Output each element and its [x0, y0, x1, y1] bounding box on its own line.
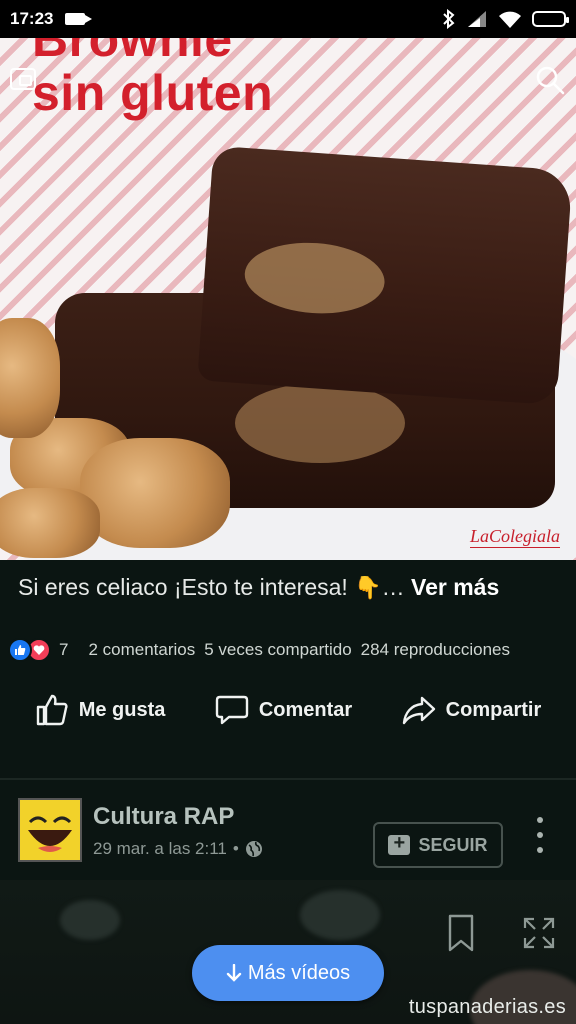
share-count[interactable]: 5 veces compartido — [204, 640, 351, 660]
caption-text: Si eres celiaco ¡Esto te interesa! — [18, 574, 348, 600]
like-label: Me gusta — [78, 698, 166, 721]
reaction-count[interactable]: 7 — [59, 640, 68, 660]
follow-button[interactable]: SEGUIR — [373, 822, 503, 868]
caption-ellipsis: … — [381, 574, 405, 600]
follow-label: SEGUIR — [418, 834, 488, 855]
meta-separator: • — [232, 839, 239, 858]
video-title-line2: sin gluten — [32, 65, 274, 121]
post-caption: Si eres celiaco ¡Esto te interesa! 👇… Ve… — [18, 574, 566, 601]
like-reaction-icon[interactable] — [8, 638, 32, 662]
globe-icon — [245, 841, 262, 857]
search-icon[interactable] — [534, 64, 566, 96]
follow-plus-icon — [388, 832, 411, 855]
comment-count[interactable]: 2 comentarios — [88, 640, 195, 660]
video-watermark: LaColegiala — [469, 526, 560, 548]
battery-icon — [532, 11, 569, 27]
bluetooth-icon — [443, 9, 455, 29]
more-videos-button[interactable]: Más vídeos — [192, 945, 384, 1001]
walnut-image — [80, 438, 230, 548]
fullscreen-expand-icon[interactable] — [522, 916, 556, 950]
more-options-icon[interactable] — [530, 817, 550, 853]
brownie-image-upper — [197, 145, 573, 406]
signal-icon — [468, 11, 486, 27]
share-label: Compartir — [445, 698, 542, 721]
video-player[interactable]: Brownie sin gluten LaColegiala — [0, 38, 576, 560]
post-author-name[interactable]: Cultura RAP — [93, 803, 234, 831]
post-date[interactable]: 29 mar. a las 2:11 — [93, 839, 227, 859]
arrow-down-icon — [226, 964, 242, 982]
like-button[interactable]: Me gusta — [35, 693, 166, 727]
video-thumbnail-shape — [60, 900, 120, 940]
comment-label: Comentar — [258, 698, 353, 721]
comment-button[interactable]: Comentar — [215, 693, 352, 727]
view-count: 284 reproducciones — [360, 640, 510, 659]
comment-bubble-icon — [215, 695, 249, 725]
video-thumbnail-shape — [300, 890, 380, 940]
video-title-text: Brownie sin gluten — [32, 38, 273, 120]
avatar[interactable] — [18, 798, 82, 862]
clock: 17:23 — [10, 9, 54, 28]
share-arrow-icon — [402, 696, 435, 725]
thumbs-up-icon — [36, 694, 68, 726]
status-bar: 17:23 — [0, 0, 576, 38]
post-stats: 7 2 comentarios 5 veces compartido 284 r… — [8, 637, 570, 663]
post-meta: 29 mar. a las 2:11 • — [93, 839, 263, 859]
more-videos-label: Más vídeos — [247, 961, 351, 984]
feed-divider — [0, 778, 576, 780]
laughing-face-icon — [20, 800, 80, 860]
walnut-image — [0, 488, 100, 558]
site-watermark: tuspanaderias.es — [408, 996, 566, 1018]
post-actions: Me gusta Comentar Compartir — [0, 686, 576, 734]
wifi-icon — [499, 11, 521, 28]
see-more-link[interactable]: Ver más — [411, 574, 499, 600]
share-button[interactable]: Compartir — [402, 693, 542, 727]
video-title-line1: Brownie — [32, 38, 233, 67]
walnut-image — [0, 318, 60, 438]
picture-in-picture-icon[interactable] — [10, 68, 36, 90]
pointing-down-emoji-icon: 👇 — [354, 575, 382, 600]
video-camera-icon — [65, 13, 93, 25]
bookmark-icon[interactable] — [448, 914, 474, 952]
next-post-header: Cultura RAP 29 mar. a las 2:11 • SEGUIR — [0, 795, 576, 868]
